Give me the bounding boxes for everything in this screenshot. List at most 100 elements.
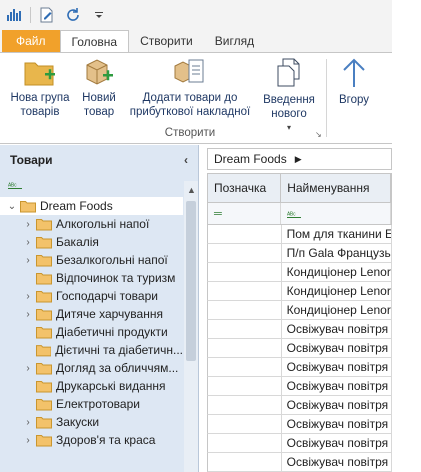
scrollbar-thumb[interactable] (186, 201, 196, 361)
folder-icon (36, 290, 52, 302)
mark-cell[interactable] (208, 244, 282, 262)
name-cell[interactable]: Освіжувач повітря (282, 415, 392, 433)
folder-icon (35, 344, 52, 356)
chevron-right-icon[interactable]: › (22, 363, 34, 374)
mark-cell[interactable] (208, 301, 282, 319)
tree-item-label: Здоров'я та краса (56, 433, 156, 447)
chevron-right-icon[interactable]: › (22, 291, 34, 302)
table-row[interactable]: Освіжувач повітря (207, 358, 392, 377)
tree-item[interactable]: › Закуски (0, 413, 183, 431)
table-row[interactable]: Освіжувач повітря (207, 415, 392, 434)
chevron-right-icon[interactable]: ▶ (295, 154, 302, 165)
collapse-panel-icon[interactable]: ‹ (184, 153, 188, 167)
mark-cell[interactable] (208, 377, 282, 395)
tab-file[interactable]: Файл (2, 30, 60, 52)
chevron-right-icon[interactable]: › (22, 309, 34, 320)
name-cell[interactable]: Освіжувач повітря (282, 434, 392, 452)
panel-title: Товари (10, 153, 53, 167)
chevron-right-icon[interactable]: › (22, 435, 34, 446)
scroll-up-icon[interactable]: ▲ (187, 185, 196, 195)
tree-item[interactable]: › Безалкогольні напої (0, 251, 183, 269)
tree-item[interactable]: Діабетичні продукти (0, 323, 183, 341)
table-row[interactable]: Пом для тканини Е (207, 225, 392, 244)
name-cell[interactable]: Пом для тканини Е (282, 225, 392, 243)
mark-cell[interactable] (208, 415, 282, 433)
chevron-right-icon[interactable]: › (22, 417, 34, 428)
mark-cell[interactable] (208, 453, 282, 471)
name-cell[interactable]: Освіжувач повітря (282, 453, 392, 471)
app-menu-icon[interactable] (4, 5, 24, 25)
customize-qat-icon[interactable] (89, 5, 109, 25)
table-row[interactable]: Освіжувач повітря (207, 434, 392, 453)
name-cell[interactable]: Освіжувач повітря (282, 396, 392, 414)
tree-item[interactable]: Дієтичні та діабетичн... (0, 341, 183, 359)
table-row[interactable]: Освіжувач повітря (207, 320, 392, 339)
tree-item[interactable]: › Бакалія (0, 233, 183, 251)
new-product-button[interactable]: Новий товар (78, 57, 120, 119)
mark-cell[interactable] (208, 358, 282, 376)
table-row[interactable]: Освіжувач повітря (207, 396, 392, 415)
table-row[interactable]: Кондиціонер Lenor (207, 301, 392, 320)
tree-scrollbar[interactable]: ▲ (184, 181, 198, 472)
table-row[interactable]: Кондиціонер Lenor (207, 282, 392, 301)
name-cell[interactable]: Освіжувач повітря (282, 358, 392, 376)
table-row[interactable]: П/п Gala Французь (207, 244, 392, 263)
tree-item[interactable]: › Догляд за обличчям... (0, 359, 183, 377)
up-button[interactable]: Вгору (336, 57, 372, 107)
new-group-button[interactable]: Нова група товарів (8, 57, 72, 119)
table-row[interactable]: Освіжувач повітря (207, 339, 392, 358)
torn-edge (395, 0, 421, 472)
table-row[interactable]: Кондиціонер Lenor (207, 263, 392, 282)
add-to-invoice-button[interactable]: Додати товари до прибуткової накладної (124, 57, 256, 119)
table-row[interactable]: Освіжувач повітря (207, 453, 392, 472)
tree-item[interactable]: Електротовари (0, 395, 183, 413)
edit-document-icon[interactable] (37, 5, 57, 25)
column-name[interactable]: Найменування (281, 174, 391, 202)
tree-item[interactable]: › Дитяче харчування (0, 305, 183, 323)
grid-rows: Пом для тканини Е П/п Gala Французь Кондиц… (207, 225, 392, 472)
chevron-down-icon[interactable]: ⌄ (6, 201, 18, 212)
name-cell[interactable]: Кондиціонер Lenor (282, 301, 392, 319)
tree-item[interactable]: Друкарські видання (0, 377, 183, 395)
name-cell[interactable]: П/п Gala Французь (282, 244, 392, 262)
new-entry-button[interactable]: Введення нового ▾ (258, 57, 320, 135)
dialog-launcher-icon[interactable]: ↘ (315, 130, 322, 139)
breadcrumb-item[interactable]: Dream Foods (214, 152, 287, 166)
mark-cell[interactable] (208, 225, 282, 243)
chevron-right-icon[interactable]: › (22, 255, 34, 266)
name-cell[interactable]: Кондиціонер Lenor (282, 263, 392, 281)
tree-item-label: Догляд за обличчям... (56, 361, 179, 375)
tree-item-label: Діабетичні продукти (56, 325, 168, 339)
folder-icon (36, 434, 52, 446)
mark-cell[interactable] (208, 263, 282, 281)
tab-view[interactable]: Вигляд (204, 30, 265, 52)
tree-item[interactable]: › Господарчі товари (0, 287, 183, 305)
new-product-label: Новий товар (82, 92, 116, 118)
name-cell[interactable]: Освіжувач повітря (282, 339, 392, 357)
breadcrumb[interactable]: Dream Foods ▶ (207, 148, 392, 170)
tree-item[interactable]: › Здоров'я та краса (0, 431, 183, 449)
mark-cell[interactable] (208, 434, 282, 452)
add-to-invoice-label: Додати товари до прибуткової накладної (129, 92, 251, 118)
table-row[interactable]: Освіжувач повітря (207, 377, 392, 396)
chevron-right-icon[interactable]: › (22, 219, 34, 230)
mark-cell[interactable] (208, 320, 282, 338)
refresh-icon[interactable] (63, 5, 83, 25)
column-mark[interactable]: Позначка (208, 174, 282, 202)
equals-filter-icon[interactable]: ═ (208, 203, 282, 224)
tree-filter[interactable]: ᴬᴮᶜ (0, 175, 198, 195)
text-filter-icon[interactable]: ᴬᴮᶜ (281, 203, 391, 224)
tab-home[interactable]: Головна (59, 30, 130, 52)
tree-item[interactable]: › Алкогольні напої (0, 215, 183, 233)
ribbon-group-separator (326, 59, 327, 137)
tab-create[interactable]: Створити (129, 30, 204, 52)
mark-cell[interactable] (208, 282, 282, 300)
tree-item[interactable]: Відпочинок та туризм (0, 269, 183, 287)
name-cell[interactable]: Кондиціонер Lenor (282, 282, 392, 300)
chevron-right-icon[interactable]: › (22, 237, 34, 248)
tree-root-item[interactable]: ⌄ Dream Foods (0, 197, 183, 215)
mark-cell[interactable] (208, 339, 282, 357)
mark-cell[interactable] (208, 396, 282, 414)
name-cell[interactable]: Освіжувач повітря (282, 320, 392, 338)
name-cell[interactable]: Освіжувач повітря (282, 377, 392, 395)
